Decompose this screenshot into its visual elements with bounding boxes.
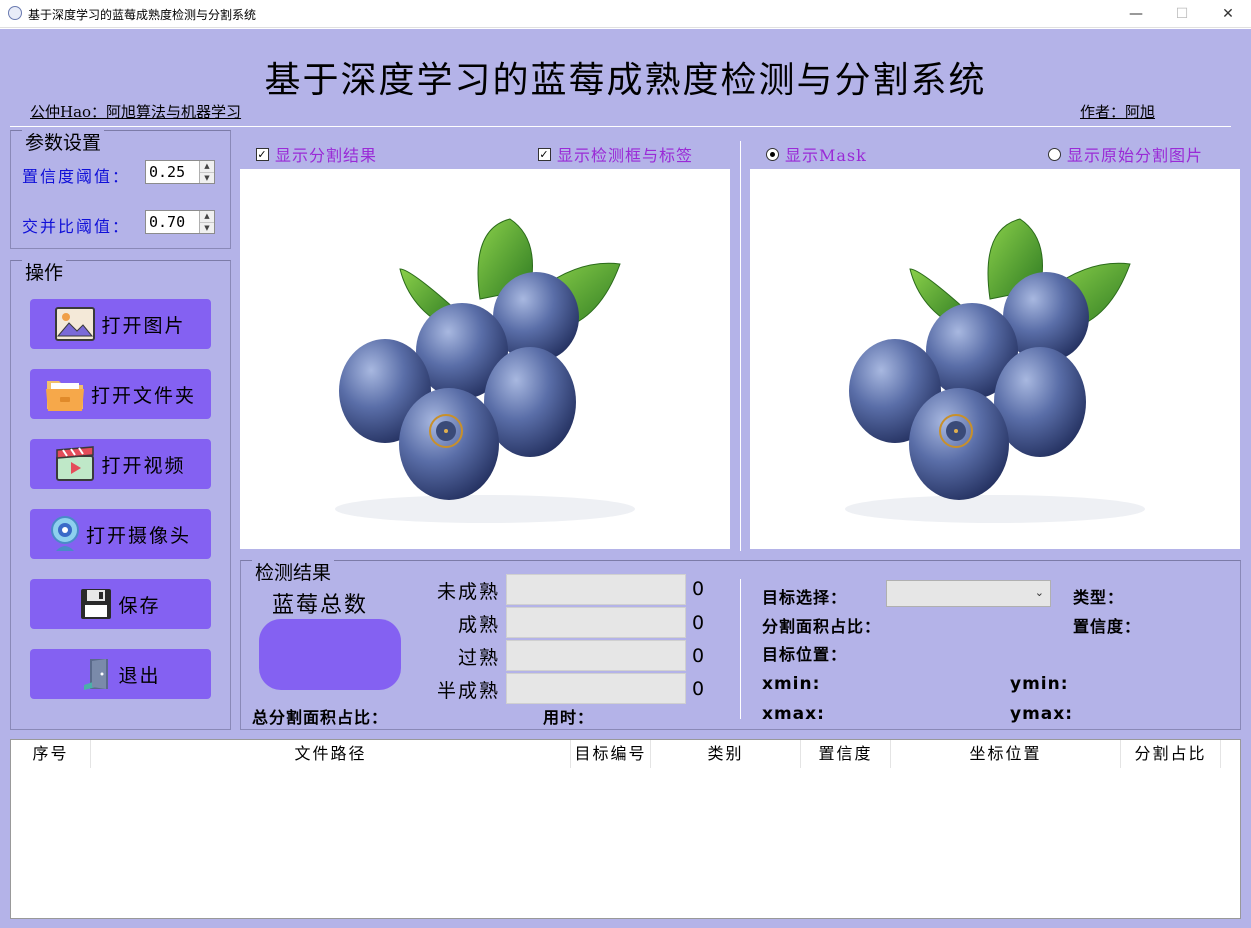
window-title: 基于深度学习的蓝莓成熟度检测与分割系统 — [28, 8, 257, 22]
open-image-button[interactable]: 打开图片 — [30, 299, 211, 349]
exit-door-icon — [84, 659, 109, 690]
save-button[interactable]: 保存 — [30, 579, 211, 629]
ripe-count: 0 — [692, 612, 705, 634]
ripe-bar — [506, 607, 686, 638]
operations-group-title: 操作 — [22, 258, 67, 285]
params-group-title: 参数设置 — [22, 128, 105, 155]
half-ripe-count: 0 — [692, 678, 705, 700]
spin-down-icon[interactable]: ▼ — [200, 172, 214, 183]
window-titlebar: 基于深度学习的蓝莓成熟度检测与分割系统 — ☐ ✕ — [0, 0, 1251, 28]
iou-threshold-spinbox[interactable]: 0.70 ▲ ▼ — [145, 210, 215, 234]
unripe-label: 未成熟 — [436, 581, 500, 603]
show-boxes-label: 显示检测框与标签 — [557, 146, 694, 165]
unripe-count: 0 — [692, 578, 705, 600]
confidence-label: 置信度： — [1073, 617, 1142, 636]
target-position-label: 目标位置： — [762, 645, 848, 664]
blueberry-image — [335, 218, 635, 523]
spin-up-icon[interactable]: ▲ — [200, 161, 214, 172]
target-select-dropdown[interactable]: ⌄ — [886, 580, 1051, 607]
open-video-button[interactable]: 打开视频 — [30, 439, 211, 489]
page-title: 基于深度学习的蓝莓成熟度检测与分割系统 — [264, 60, 987, 101]
area-ratio-label: 分割面积占比： — [762, 617, 882, 636]
image-icon — [55, 307, 96, 341]
video-clapper-icon — [56, 446, 95, 481]
show-mask-label: 显示Mask — [785, 146, 867, 165]
floppy-disk-icon — [81, 589, 112, 619]
table-header: 序号 文件路径 目标编号 类别 置信度 坐标位置 分割占比 — [11, 740, 1240, 768]
target-select-label: 目标选择： — [762, 588, 848, 607]
panel-divider — [740, 141, 741, 551]
spin-arrows[interactable]: ▲ ▼ — [199, 211, 214, 233]
iou-threshold-label: 交并比阈值： — [22, 217, 131, 236]
elapsed-time-label: 用时： — [543, 708, 595, 727]
show-mask-radio[interactable]: 显示Mask — [766, 142, 867, 166]
column-header-confidence[interactable]: 置信度 — [801, 740, 891, 768]
checkbox-checked-icon[interactable]: ✓ — [538, 147, 551, 161]
open-camera-button[interactable]: 打开摄像头 — [30, 509, 211, 559]
open-video-label: 打开视频 — [101, 454, 186, 477]
type-label: 类型： — [1073, 588, 1125, 607]
header-divider — [10, 126, 1231, 127]
ymin-label: ymin: — [1010, 674, 1069, 694]
unripe-bar — [506, 574, 686, 605]
show-boxes-checkbox[interactable]: ✓ 显示检测框与标签 — [538, 142, 693, 166]
show-segmentation-label: 显示分割结果 — [275, 146, 378, 165]
open-image-label: 打开图片 — [101, 314, 186, 337]
show-original-seg-label: 显示原始分割图片 — [1067, 146, 1204, 165]
show-segmentation-checkbox[interactable]: ✓ 显示分割结果 — [256, 142, 377, 166]
spin-up-icon[interactable]: ▲ — [200, 211, 214, 222]
overripe-label: 过熟 — [457, 647, 500, 669]
column-header-target-id[interactable]: 目标编号 — [571, 740, 651, 768]
half-ripe-bar — [506, 673, 686, 704]
exit-label: 退出 — [118, 664, 161, 687]
radio-unselected-icon[interactable] — [1048, 147, 1061, 161]
xmax-label: xmax: — [762, 704, 825, 724]
show-original-seg-radio[interactable]: 显示原始分割图片 — [1048, 142, 1203, 166]
column-header-seg-ratio[interactable]: 分割占比 — [1121, 740, 1221, 768]
column-header-class[interactable]: 类别 — [651, 740, 801, 768]
results-divider — [740, 579, 741, 719]
ymax-label: ymax: — [1010, 704, 1074, 724]
overripe-bar — [506, 640, 686, 671]
open-folder-label: 打开文件夹 — [90, 384, 196, 407]
folder-icon — [45, 381, 84, 411]
open-camera-label: 打开摄像头 — [85, 524, 191, 547]
app-icon — [8, 6, 22, 20]
author-channel-caption: 公仲Hao：阿旭算法与机器学习 — [30, 103, 242, 121]
confidence-threshold-spinbox[interactable]: 0.25 ▲ ▼ — [145, 160, 215, 184]
exit-button[interactable]: 退出 — [30, 649, 211, 699]
overripe-count: 0 — [692, 645, 705, 667]
minimize-button[interactable]: — — [1113, 0, 1159, 28]
confidence-threshold-label: 置信度阈值： — [22, 167, 131, 186]
iou-threshold-value: 0.70 — [149, 213, 186, 231]
maximize-button[interactable]: ☐ — [1159, 0, 1205, 28]
original-image-panel — [240, 169, 730, 549]
results-table[interactable]: 序号 文件路径 目标编号 类别 置信度 坐标位置 分割占比 — [10, 739, 1241, 919]
total-area-ratio-label: 总分割面积占比： — [252, 708, 389, 727]
segmentation-image-panel — [750, 169, 1240, 549]
spin-arrows[interactable]: ▲ ▼ — [199, 161, 214, 183]
save-label: 保存 — [118, 594, 161, 617]
total-count-label: 蓝莓总数 — [272, 593, 369, 618]
column-header-file-path[interactable]: 文件路径 — [91, 740, 571, 768]
blueberry-mask-image — [845, 218, 1145, 523]
chevron-down-icon[interactable]: ⌄ — [1035, 586, 1044, 599]
results-group-title: 检测结果 — [252, 558, 335, 585]
half-ripe-label: 半成熟 — [436, 680, 500, 702]
webcam-icon — [50, 516, 79, 551]
xmin-label: xmin: — [762, 674, 821, 694]
total-count-badge — [259, 619, 401, 690]
column-header-coordinates[interactable]: 坐标位置 — [891, 740, 1121, 768]
close-button[interactable]: ✕ — [1205, 0, 1251, 28]
radio-selected-icon[interactable] — [766, 147, 779, 161]
author-caption: 作者：阿旭 — [1080, 103, 1156, 121]
open-folder-button[interactable]: 打开文件夹 — [30, 369, 211, 419]
spin-down-icon[interactable]: ▼ — [200, 222, 214, 233]
confidence-threshold-value: 0.25 — [149, 163, 186, 181]
main-window: 基于深度学习的蓝莓成熟度检测与分割系统 公仲Hao：阿旭算法与机器学习 作者：阿… — [0, 29, 1251, 928]
column-header-index[interactable]: 序号 — [11, 740, 91, 768]
ripe-label: 成熟 — [457, 614, 500, 636]
checkbox-checked-icon[interactable]: ✓ — [256, 147, 269, 161]
